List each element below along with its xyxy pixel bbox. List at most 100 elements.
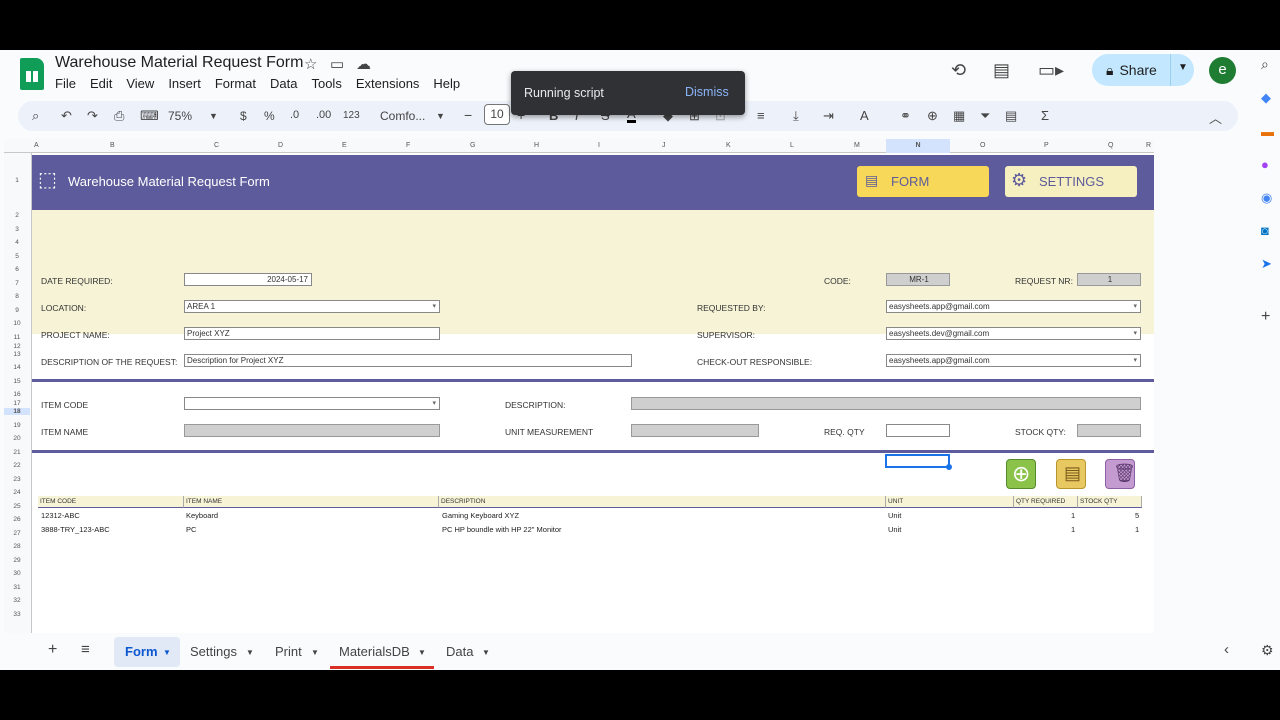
row-header[interactable]: 22 bbox=[4, 462, 30, 469]
row-header[interactable]: 14 bbox=[4, 364, 30, 371]
add-item-button[interactable]: ⊕ bbox=[1006, 459, 1036, 489]
col-header[interactable]: K bbox=[726, 142, 731, 149]
row-header[interactable]: 16 bbox=[4, 391, 30, 398]
share-button[interactable]: 🔒︎ Share ▼ bbox=[1092, 54, 1194, 86]
col-header[interactable]: G bbox=[470, 142, 475, 149]
align-vertical-icon[interactable]: ⤓ bbox=[793, 108, 799, 124]
fill-handle[interactable] bbox=[946, 464, 952, 470]
table-cell[interactable]: PC bbox=[186, 525, 196, 534]
col-header[interactable]: R bbox=[1146, 142, 1151, 149]
menu-insert[interactable]: Insert bbox=[168, 76, 201, 91]
all-sheets-icon[interactable]: ≡ bbox=[81, 641, 90, 658]
col-header[interactable]: E bbox=[342, 142, 347, 149]
tab-settings-dropdown-icon[interactable]: ▼ bbox=[246, 648, 254, 657]
col-header[interactable]: J bbox=[662, 142, 666, 149]
font-size-input[interactable]: 10 bbox=[484, 104, 510, 125]
row-header[interactable]: 31 bbox=[4, 584, 30, 591]
form-button[interactable]: ▤ FORM bbox=[857, 166, 989, 197]
col-header[interactable]: O bbox=[980, 142, 985, 149]
tab-settings[interactable]: Settings bbox=[190, 644, 237, 659]
comments-icon[interactable]: ▤ bbox=[993, 60, 1010, 81]
row-header[interactable]: 5 bbox=[4, 253, 30, 260]
row-header[interactable]: 23 bbox=[4, 476, 30, 483]
font-dropdown-icon[interactable]: ▼ bbox=[436, 111, 445, 121]
location-select[interactable]: AREA 1 bbox=[184, 300, 440, 313]
col-header[interactable]: I bbox=[598, 142, 600, 149]
selected-cell[interactable] bbox=[885, 454, 950, 468]
redo-icon[interactable]: ↷ bbox=[87, 108, 98, 124]
delete-button[interactable]: 🗑︎ bbox=[1105, 459, 1136, 489]
row-header[interactable]: 7 bbox=[4, 280, 30, 287]
sheets-logo-icon[interactable] bbox=[20, 58, 44, 90]
table-cell[interactable]: PC HP boundle with HP 22" Monitor bbox=[442, 525, 562, 534]
dismiss-button[interactable]: Dismiss bbox=[685, 85, 729, 99]
row-header[interactable]: 20 bbox=[4, 435, 30, 442]
table-cell[interactable]: Unit bbox=[888, 525, 901, 534]
send-addon-icon[interactable]: ➤ bbox=[1261, 256, 1272, 272]
tab-print[interactable]: Print bbox=[275, 644, 302, 659]
paint-format-icon[interactable]: ⌨ bbox=[140, 108, 159, 124]
save-request-button[interactable]: ▤ bbox=[1056, 459, 1086, 489]
increase-decimal-button[interactable]: .00 bbox=[316, 109, 331, 121]
row-header[interactable]: 30 bbox=[4, 570, 30, 577]
tab-form[interactable]: Form bbox=[125, 644, 158, 659]
row-header[interactable]: 15 bbox=[4, 378, 30, 385]
spreadsheet-grid[interactable]: A B C D E F G H I J K L M N O P Q R 1 2 … bbox=[4, 139, 1154, 670]
zoom-select[interactable]: 75% bbox=[168, 109, 192, 123]
menu-data[interactable]: Data bbox=[270, 76, 297, 91]
tab-data[interactable]: Data bbox=[446, 644, 473, 659]
row-header[interactable]: 6 bbox=[4, 266, 30, 273]
tab-materialsdb-dropdown-icon[interactable]: ▼ bbox=[418, 648, 426, 657]
menu-file[interactable]: File bbox=[55, 76, 76, 91]
insert-chart-icon[interactable]: ▦ bbox=[953, 108, 965, 124]
col-header[interactable]: F bbox=[406, 142, 410, 149]
row-header[interactable]: 10 bbox=[4, 320, 30, 327]
outlook-addon-icon[interactable]: ◙ bbox=[1261, 223, 1269, 238]
row-header[interactable]: 21 bbox=[4, 449, 30, 456]
cloud-status-icon[interactable]: ☁ bbox=[356, 55, 371, 73]
col-header[interactable]: B bbox=[110, 142, 115, 149]
menu-extensions[interactable]: Extensions bbox=[356, 76, 420, 91]
col-header[interactable]: Q bbox=[1108, 142, 1113, 149]
menu-view[interactable]: View bbox=[126, 76, 154, 91]
table-cell[interactable]: Gaming Keyboard XYZ bbox=[442, 511, 519, 520]
get-addons-icon[interactable]: + bbox=[1261, 308, 1270, 326]
collapse-toolbar-icon[interactable]: ︿ bbox=[1209, 108, 1222, 127]
menu-help[interactable]: Help bbox=[433, 76, 460, 91]
share-dropdown-icon[interactable]: ▼ bbox=[1178, 62, 1188, 73]
decrease-font-size-button[interactable]: − bbox=[464, 107, 472, 123]
table-cell[interactable]: 3888-TRY_123-ABC bbox=[41, 525, 110, 534]
description-request-field[interactable]: Description for Project XYZ bbox=[184, 354, 632, 367]
date-required-field[interactable]: 2024-05-17 bbox=[184, 273, 312, 286]
col-header[interactable]: A bbox=[34, 142, 39, 149]
table-cell[interactable]: 1 bbox=[1135, 525, 1139, 534]
table-cell[interactable]: 12312-ABC bbox=[41, 511, 80, 520]
item-code-select[interactable] bbox=[184, 397, 440, 410]
percent-format-button[interactable]: % bbox=[264, 109, 275, 123]
align-horizontal-icon[interactable]: ≡ bbox=[757, 108, 765, 123]
col-header[interactable]: M bbox=[854, 142, 860, 149]
checkout-responsible-select[interactable]: easysheets.app@gmail.com bbox=[886, 354, 1141, 367]
row-header[interactable]: 11 bbox=[4, 334, 30, 341]
search-icon[interactable]: ⌕ bbox=[1261, 56, 1269, 73]
filter-views-icon[interactable]: ▤ bbox=[1005, 108, 1017, 124]
move-folder-icon[interactable]: ▭ bbox=[330, 55, 344, 73]
undo-icon[interactable]: ↶ bbox=[61, 108, 72, 124]
row-header[interactable]: 2 bbox=[4, 212, 30, 219]
print-icon[interactable]: ⎙ bbox=[114, 108, 124, 124]
row-header[interactable]: 25 bbox=[4, 503, 30, 510]
menu-tools[interactable]: Tools bbox=[311, 76, 341, 91]
row-header[interactable]: 26 bbox=[4, 516, 30, 523]
toolbox-addon-icon[interactable]: ▬ bbox=[1261, 124, 1274, 139]
number-format-button[interactable]: 123 bbox=[343, 110, 360, 121]
tab-print-dropdown-icon[interactable]: ▼ bbox=[311, 648, 319, 657]
table-cell[interactable]: Keyboard bbox=[186, 511, 218, 520]
req-qty-field[interactable] bbox=[886, 424, 950, 437]
row-header[interactable]: 4 bbox=[4, 239, 30, 246]
text-wrap-icon[interactable]: ⇥ bbox=[823, 108, 834, 124]
decrease-decimal-button[interactable]: .0 bbox=[290, 109, 299, 121]
row-header[interactable]: 27 bbox=[4, 530, 30, 537]
row-header[interactable]: 1 bbox=[4, 177, 30, 184]
table-cell[interactable]: 5 bbox=[1135, 511, 1139, 520]
zoom-dropdown-icon[interactable]: ▼ bbox=[209, 111, 218, 121]
